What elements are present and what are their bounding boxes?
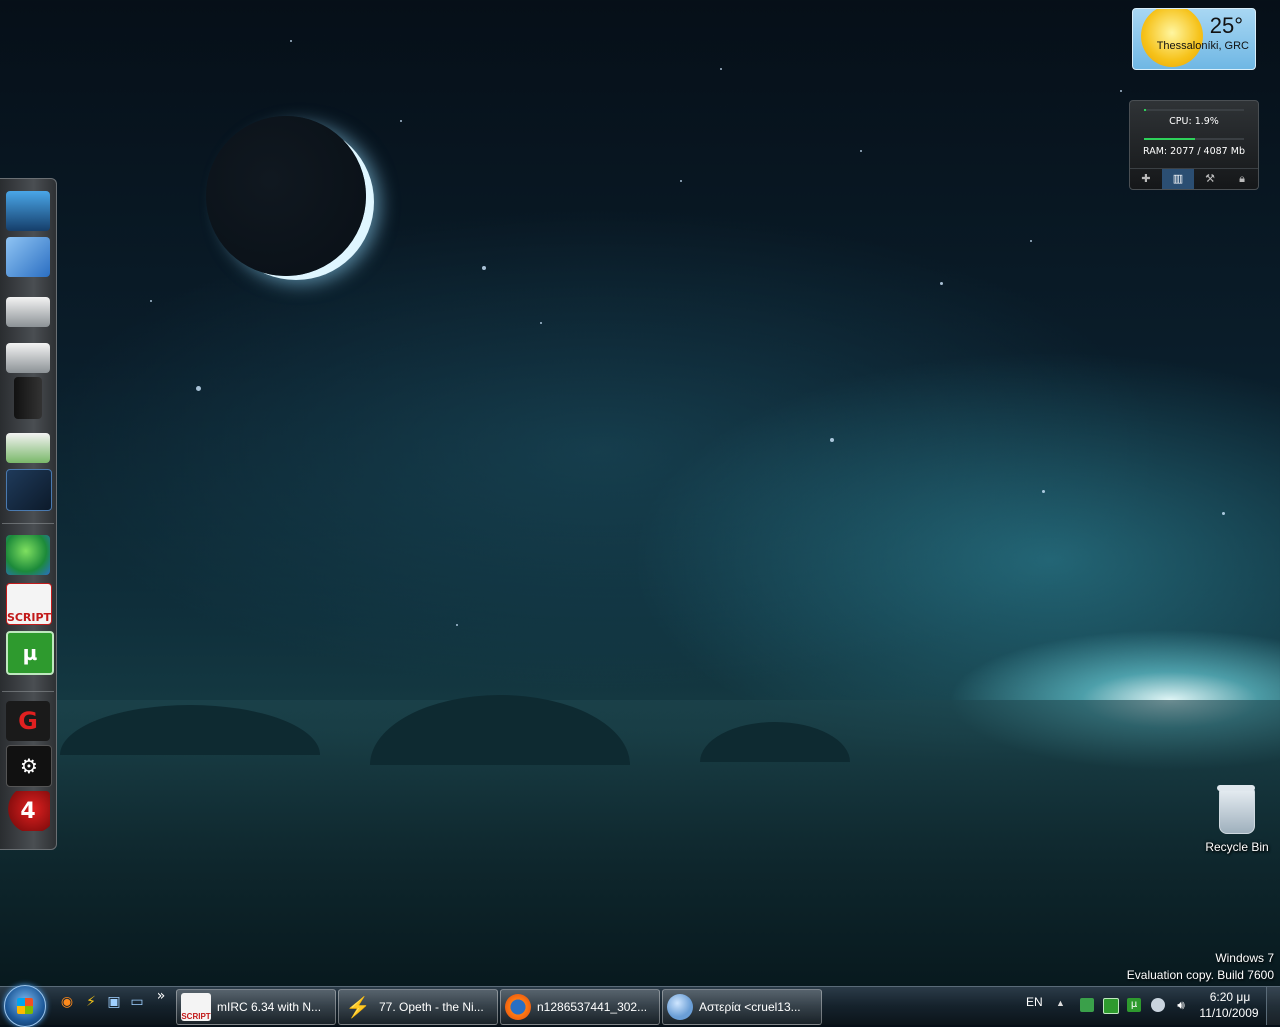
left4dead-icon[interactable]: 4 bbox=[6, 791, 50, 831]
recycle-bin-icon bbox=[1217, 785, 1255, 834]
winamp-icon: ⚡ bbox=[345, 996, 371, 1019]
cpu-top-bar bbox=[1144, 109, 1244, 111]
mirc-icon: SCRIPT bbox=[181, 993, 211, 1021]
computer-icon[interactable] bbox=[6, 191, 50, 231]
firefox-icon bbox=[505, 994, 531, 1020]
windows-logo-icon bbox=[17, 998, 33, 1014]
quicklaunch-overflow-icon[interactable]: » bbox=[152, 987, 170, 1005]
ram-usage-label: RAM: 2077 / 4087 Mb bbox=[1143, 146, 1245, 157]
meter-icon[interactable]: ▥ bbox=[1162, 169, 1194, 189]
messenger-tray-icon[interactable] bbox=[1080, 998, 1094, 1012]
network-drive-icon[interactable] bbox=[6, 433, 50, 463]
watermark-line1: Windows 7 bbox=[1215, 951, 1274, 965]
taskbar-button-mirc[interactable]: SCRIPT mIRC 6.34 with N... bbox=[176, 989, 336, 1025]
cpu-meter-gadget[interactable]: CPU: 1.9% RAM: 2077 / 4087 Mb ✚ ▥ ⚒ 🔒︎ bbox=[1129, 100, 1259, 190]
utorrent-tray-icon[interactable]: µ bbox=[1127, 998, 1141, 1012]
star bbox=[196, 386, 201, 391]
weather-gadget[interactable]: 25° Thessaloníki, GRC bbox=[1132, 8, 1256, 70]
star bbox=[1042, 490, 1045, 493]
dock-separator bbox=[2, 523, 54, 524]
dock-separator bbox=[2, 691, 54, 692]
clock-date[interactable]: 11/10/2009 bbox=[1196, 1006, 1262, 1020]
weather-temperature: 25° bbox=[1209, 13, 1243, 38]
star bbox=[1222, 512, 1225, 515]
gadget-toolbar: ✚ ▥ ⚒ 🔒︎ bbox=[1130, 168, 1258, 189]
network-status-icon[interactable] bbox=[1151, 998, 1165, 1012]
taskbar-button-firefox[interactable]: n1286537441_302... bbox=[500, 989, 660, 1025]
star bbox=[290, 40, 292, 42]
garena-icon[interactable]: G bbox=[6, 701, 50, 741]
star bbox=[482, 266, 486, 270]
taskbar-button-winamp[interactable]: ⚡ 77. Opeth - the Ni... bbox=[338, 989, 498, 1025]
taskbar-button-label: 77. Opeth - the Ni... bbox=[379, 1000, 484, 1014]
star bbox=[1120, 90, 1122, 92]
volume-icon[interactable]: 🔊︎ bbox=[1174, 998, 1188, 1012]
windows-evaluation-watermark: Windows 7 Evaluation copy. Build 7600 bbox=[1127, 950, 1274, 984]
documents-icon[interactable] bbox=[6, 237, 50, 277]
taskbar-button-messenger[interactable]: Αστερία <cruel13... bbox=[662, 989, 822, 1025]
clock-time[interactable]: 6:20 μμ bbox=[1200, 990, 1260, 1004]
mirc-icon[interactable]: SCRIPT bbox=[6, 583, 52, 625]
recycle-bin-label: Recycle Bin bbox=[1205, 840, 1269, 854]
taskbar-button-label: mIRC 6.34 with N... bbox=[217, 1000, 322, 1014]
show-desktop-button[interactable] bbox=[1266, 987, 1280, 1025]
desktop bbox=[0, 0, 1280, 986]
watermark-line2: Evaluation copy. Build 7600 bbox=[1126, 968, 1274, 982]
add-gadget-icon[interactable]: ✚ bbox=[1130, 169, 1162, 189]
star bbox=[860, 150, 862, 152]
star bbox=[540, 322, 542, 324]
show-desktop-icon[interactable]: ▣ bbox=[105, 993, 123, 1011]
switch-windows-icon[interactable]: ▭ bbox=[128, 993, 146, 1011]
winamp-quicklaunch-icon[interactable]: ⚡ bbox=[82, 993, 100, 1011]
cpu-usage-label: CPU: 1.9% bbox=[1169, 116, 1219, 127]
language-indicator[interactable]: EN bbox=[1026, 995, 1043, 1009]
planet-wallpaper-graphic bbox=[206, 116, 366, 276]
cpu-usage-bar bbox=[1144, 138, 1244, 140]
start-button[interactable] bbox=[4, 985, 46, 1027]
taskbar-button-label: Αστερία <cruel13... bbox=[699, 1000, 801, 1014]
drive-icon[interactable] bbox=[6, 343, 50, 373]
steam-icon[interactable]: ⚙︎ bbox=[6, 745, 52, 787]
taskbar: ◉ ⚡ ▣ ▭ » SCRIPT mIRC 6.34 with N... ⚡ 7… bbox=[0, 985, 1280, 1027]
show-hidden-icons-icon[interactable]: ▲ bbox=[1056, 998, 1065, 1008]
utorrent-icon[interactable]: µ bbox=[6, 631, 54, 675]
recycle-bin[interactable]: Recycle Bin bbox=[1202, 785, 1272, 854]
firefox-quicklaunch-icon[interactable]: ◉ bbox=[58, 993, 76, 1011]
star bbox=[720, 68, 722, 70]
weather-location: Thessaloníki, GRC bbox=[1156, 40, 1249, 52]
drive-icon[interactable] bbox=[6, 297, 50, 327]
network-tray-icon[interactable] bbox=[1103, 998, 1119, 1014]
messenger-icon[interactable] bbox=[6, 535, 50, 575]
taskbar-button-label: n1286537441_302... bbox=[537, 1000, 648, 1014]
settings-wrench-icon[interactable]: ⚒ bbox=[1194, 169, 1226, 189]
star bbox=[400, 120, 402, 122]
star bbox=[940, 282, 943, 285]
star bbox=[150, 300, 152, 302]
star bbox=[680, 180, 682, 182]
lock-icon[interactable]: 🔒︎ bbox=[1226, 169, 1258, 189]
messenger-icon bbox=[667, 994, 693, 1020]
pc-tower-icon[interactable] bbox=[14, 377, 42, 419]
sun-icon bbox=[1141, 9, 1203, 67]
star bbox=[456, 624, 458, 626]
media-folder-icon[interactable] bbox=[6, 469, 52, 511]
star bbox=[830, 438, 834, 442]
star bbox=[1030, 240, 1032, 242]
application-dock: SCRIPT µ G ⚙︎ 4 bbox=[0, 178, 57, 850]
